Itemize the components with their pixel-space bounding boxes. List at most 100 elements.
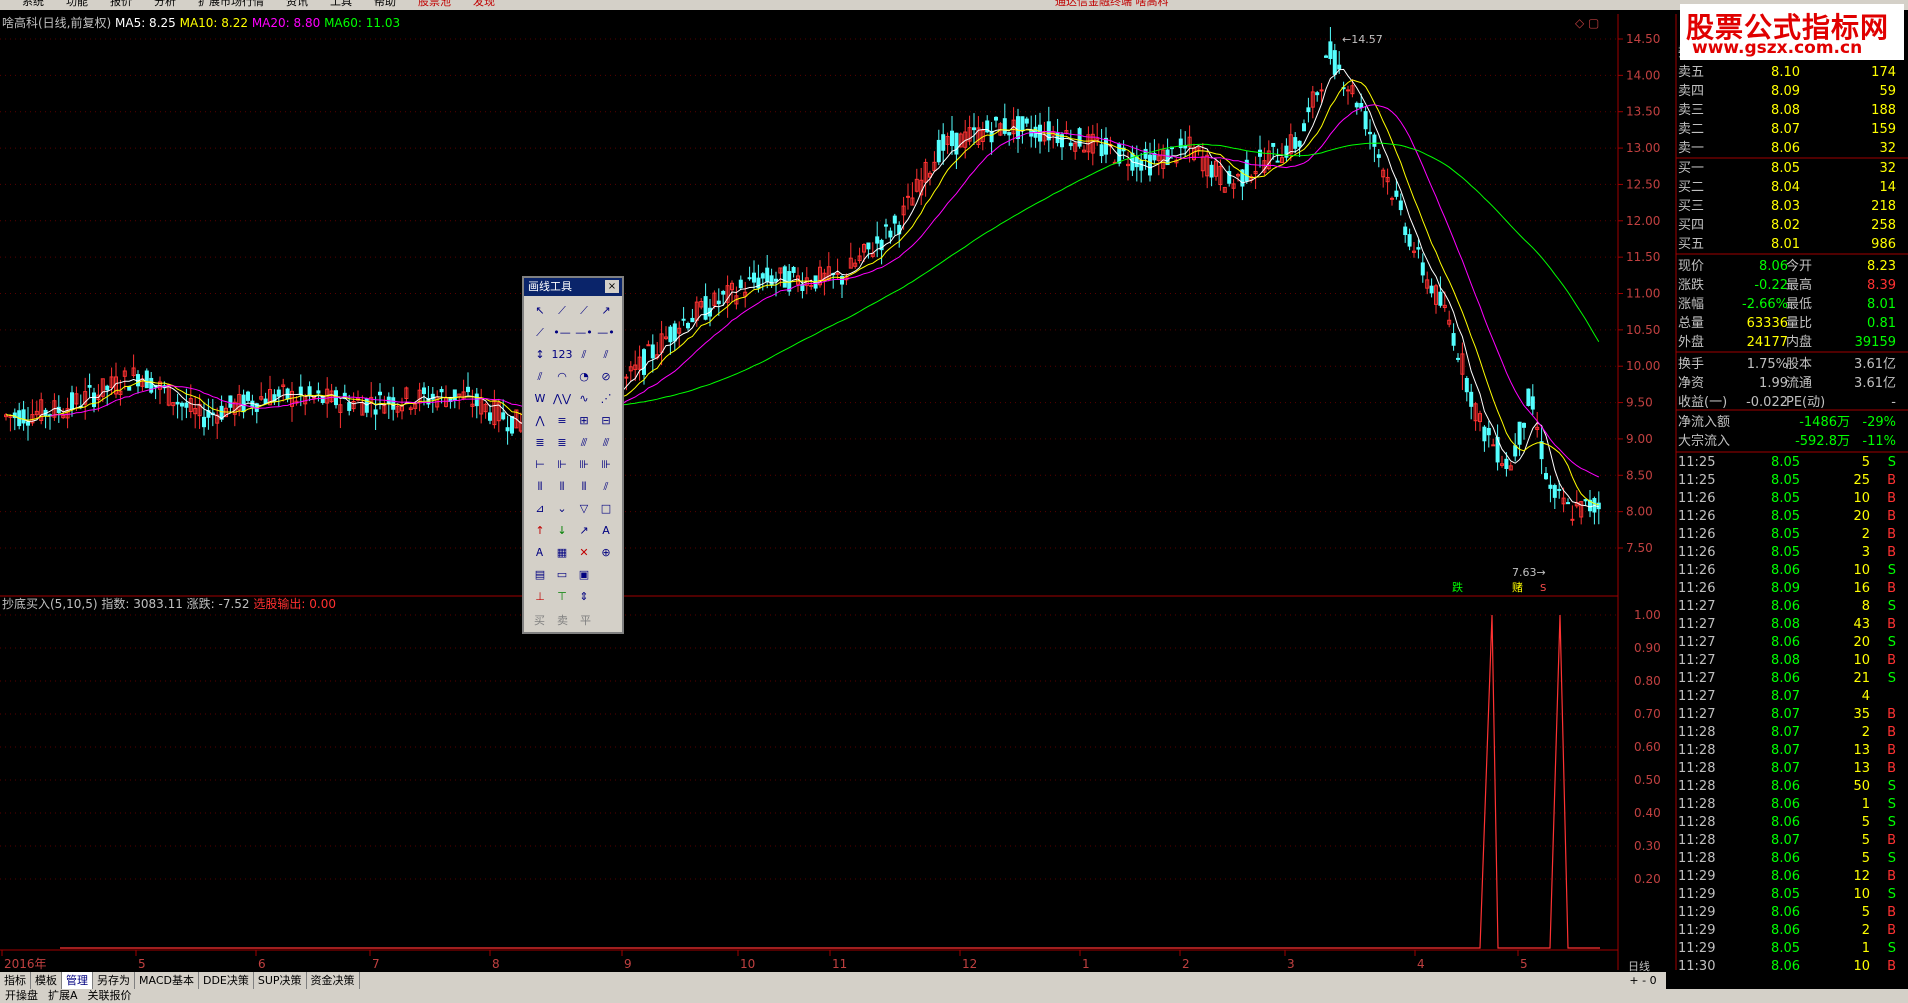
draw-tool-icon-1[interactable]: ⟋: [551, 300, 573, 322]
candle-body: [888, 230, 893, 238]
draw-tool-icon-51[interactable]: [595, 564, 617, 586]
tick-volume: 2: [1862, 725, 1870, 740]
draw-tool-icon-8[interactable]: ↕: [529, 344, 551, 366]
draw-tool-icon-53[interactable]: ⊤: [551, 586, 573, 608]
draw-tool-icon-18[interactable]: ∿: [573, 388, 595, 410]
indicator-tab-7[interactable]: 资金决策: [307, 972, 360, 989]
draw-tool-icon-28[interactable]: ⊢: [529, 454, 551, 476]
draw-tool-icon-45[interactable]: ▦: [551, 542, 573, 564]
draw-tool-icon-19[interactable]: ⋰: [595, 388, 617, 410]
draw-tool-icon-49[interactable]: ▭: [551, 564, 573, 586]
draw-tool-icon-27[interactable]: ⫻: [595, 432, 617, 454]
status-item-2[interactable]: 关联报价: [83, 989, 137, 1003]
draw-tool-icon-37[interactable]: ⌄: [551, 498, 573, 520]
drawing-toolbox-title[interactable]: 画线工具 ×: [524, 278, 622, 296]
draw-tool-icon-7[interactable]: —•: [595, 322, 617, 344]
draw-tool-icon-4[interactable]: ⟋: [529, 322, 551, 344]
draw-tool-icon-10[interactable]: ⫽: [573, 344, 595, 366]
candle-body: [994, 116, 998, 121]
draw-tool-icon-9[interactable]: 123: [551, 344, 573, 366]
draw-tool-icon-12[interactable]: ⫽: [529, 366, 551, 388]
panel-options-icon[interactable]: ◇ ▢: [1575, 16, 1599, 30]
draw-tool-icon-36[interactable]: ⊿: [529, 498, 551, 520]
indicator-tab-3[interactable]: 另存为: [93, 972, 135, 989]
menu-item-7[interactable]: 帮助: [374, 0, 396, 7]
kline-chart[interactable]: 14.5014.0013.5013.0012.5012.0011.5011.00…: [0, 0, 1908, 1003]
status-item-1[interactable]: 扩展A: [43, 989, 83, 1003]
candle-body: [941, 134, 946, 151]
draw-tool-icon-55[interactable]: [595, 586, 617, 608]
trade-button-2[interactable]: 平: [580, 612, 591, 628]
indicator-tab-0[interactable]: 指标: [0, 972, 31, 989]
draw-tool-icon-44[interactable]: Ꭺ: [529, 542, 551, 564]
draw-tool-icon-33[interactable]: ⫴: [551, 476, 573, 498]
menu-item-3[interactable]: 分析: [154, 0, 176, 7]
indicator-tab-4[interactable]: MACD基本: [135, 972, 199, 989]
tick-side: B: [1887, 653, 1896, 668]
draw-tool-icon-32[interactable]: ⫴: [529, 476, 551, 498]
price-tick: 13.00: [1626, 141, 1660, 155]
draw-tool-icon-11[interactable]: ⫽: [595, 344, 617, 366]
menu-hot-1[interactable]: 发现: [473, 0, 495, 7]
draw-tool-icon-16[interactable]: W: [529, 388, 551, 410]
menu-item-0[interactable]: 系统: [22, 0, 44, 7]
draw-tool-icon-6[interactable]: —•: [573, 322, 595, 344]
menu-item-1[interactable]: 功能: [66, 0, 88, 7]
draw-tool-icon-47[interactable]: ⊕: [595, 542, 617, 564]
draw-tool-icon-22[interactable]: ⊞: [573, 410, 595, 432]
trade-button-0[interactable]: 买: [534, 612, 545, 628]
draw-tool-icon-50[interactable]: ▣: [573, 564, 595, 586]
draw-tool-icon-2[interactable]: ⟋: [573, 300, 595, 322]
menu-hot-0[interactable]: 股票池: [418, 0, 451, 7]
candle-body: [1297, 140, 1302, 147]
draw-tool-icon-25[interactable]: ≣: [551, 432, 573, 454]
candle-body: [1438, 291, 1443, 306]
draw-tool-icon-24[interactable]: ≣: [529, 432, 551, 454]
indicator-tab-2[interactable]: 管理: [62, 972, 93, 989]
drawing-toolbox[interactable]: 画线工具 × ↖ ⟋ ⟋ ↗ ⟋ •— —• —• ↕ 123 ⫽ ⫽ ⫽ ◠ ◔ ⊘ W ⋀⋁ ∿ ⋰ ⋀ ≡ ⊞ ⊟ ≣ ≣ ⫻…: [522, 276, 624, 634]
status-item-0[interactable]: 开操盘: [0, 989, 43, 1003]
draw-tool-icon-35[interactable]: ⫽: [595, 476, 617, 498]
draw-tool-icon-31[interactable]: ⊪: [595, 454, 617, 476]
tick-volume: 25: [1853, 473, 1870, 488]
indicator-tab-5[interactable]: DDE决策: [199, 972, 254, 989]
zoom-buttons[interactable]: + - 0: [1620, 972, 1666, 989]
draw-tool-icon-0[interactable]: ↖: [529, 300, 551, 322]
draw-tool-icon-13[interactable]: ◠: [551, 366, 573, 388]
draw-tool-icon-21[interactable]: ≡: [551, 410, 573, 432]
draw-tool-icon-5[interactable]: •—: [551, 322, 573, 344]
close-icon[interactable]: ×: [605, 280, 619, 293]
trade-button-1[interactable]: 卖: [557, 612, 568, 628]
draw-tool-icon-3[interactable]: ↗: [595, 300, 617, 322]
draw-tool-icon-15[interactable]: ⊘: [595, 366, 617, 388]
stat-value: 8.06: [1759, 259, 1788, 274]
draw-tool-icon-43[interactable]: A: [595, 520, 617, 542]
draw-tool-icon-17[interactable]: ⋀⋁: [551, 388, 573, 410]
draw-tool-icon-26[interactable]: ⫻: [573, 432, 595, 454]
sell-volume: 32: [1879, 141, 1896, 156]
menu-item-4[interactable]: 扩展市场行情: [198, 0, 264, 7]
candle-body: [892, 215, 897, 224]
draw-tool-icon-30[interactable]: ⊪: [573, 454, 595, 476]
draw-tool-icon-52[interactable]: ⊥: [529, 586, 551, 608]
draw-tool-icon-34[interactable]: ⫴: [573, 476, 595, 498]
draw-tool-icon-41[interactable]: ↓: [551, 520, 573, 542]
menu-item-6[interactable]: 工具: [330, 0, 352, 7]
menu-item-5[interactable]: 资讯: [286, 0, 308, 7]
draw-tool-icon-14[interactable]: ◔: [573, 366, 595, 388]
indicator-tab-6[interactable]: SUP决策: [254, 972, 307, 989]
draw-tool-icon-39[interactable]: □: [595, 498, 617, 520]
draw-tool-icon-42[interactable]: ↗: [573, 520, 595, 542]
buy-price: 8.05: [1771, 161, 1800, 176]
draw-tool-icon-23[interactable]: ⊟: [595, 410, 617, 432]
draw-tool-icon-38[interactable]: ▽: [573, 498, 595, 520]
menu-item-2[interactable]: 报价: [110, 0, 132, 7]
indicator-tab-1[interactable]: 模板: [31, 972, 62, 989]
draw-tool-icon-29[interactable]: ⊩: [551, 454, 573, 476]
draw-tool-icon-54[interactable]: ⇕: [573, 586, 595, 608]
draw-tool-icon-46[interactable]: ✕: [573, 542, 595, 564]
draw-tool-icon-20[interactable]: ⋀: [529, 410, 551, 432]
buy-price: 8.03: [1771, 199, 1800, 214]
draw-tool-icon-48[interactable]: ▤: [529, 564, 551, 586]
draw-tool-icon-40[interactable]: ↑: [529, 520, 551, 542]
